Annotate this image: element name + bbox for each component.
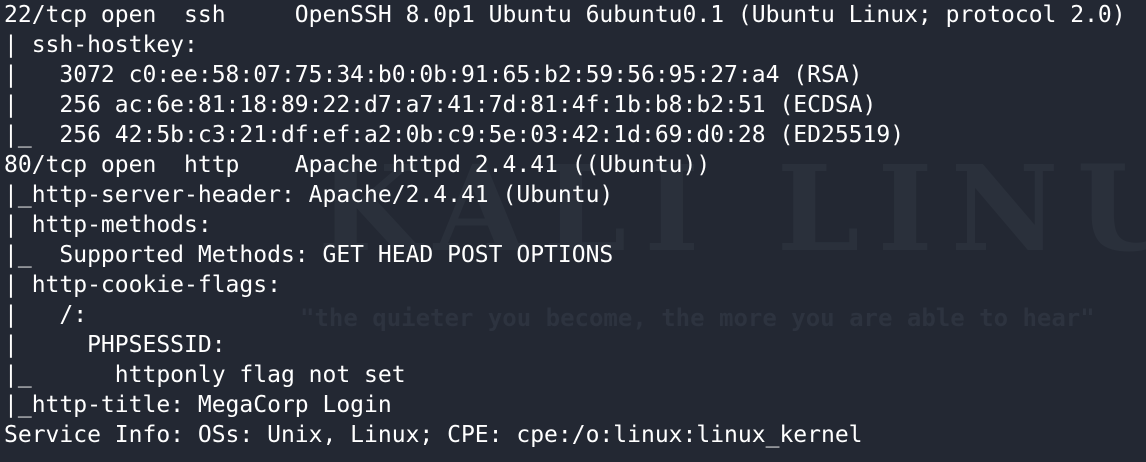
output-line-cookie-path: | /: [4, 302, 101, 328]
output-line-http-port: 80/tcp open http Apache httpd 2.4.41 ((U… [4, 152, 711, 178]
output-line-http-title: |_http-title: MegaCorp Login [4, 392, 392, 418]
output-line-ssh-hostkey: | ssh-hostkey: [4, 32, 212, 58]
output-line-service-info: Service Info: OSs: Unix, Linux; CPE: cpe… [4, 422, 863, 448]
output-line-ssh-port: 22/tcp open ssh OpenSSH 8.0p1 Ubuntu 6ub… [4, 2, 1126, 28]
output-line-supported-methods: |_ Supported Methods: GET HEAD POST OPTI… [4, 242, 614, 268]
output-line-http-server-header: |_http-server-header: Apache/2.4.41 (Ubu… [4, 182, 614, 208]
output-line-ed25519-key: |_ 256 42:5b:c3:21:df:ef:a2:0b:c9:5e:03:… [4, 122, 905, 148]
output-line-httponly: |_ httponly flag not set [4, 362, 406, 388]
output-line-rsa-key: | 3072 c0:ee:58:07:75:34:b0:0b:91:65:b2:… [4, 62, 863, 88]
output-line-phpsessid: | PHPSESSID: [4, 332, 240, 358]
terminal-output: 22/tcp open ssh OpenSSH 8.0p1 Ubuntu 6ub… [4, 0, 1126, 450]
output-line-http-cookie-flags: | http-cookie-flags: [4, 272, 295, 298]
output-line-http-methods: | http-methods: [4, 212, 226, 238]
output-line-ecdsa-key: | 256 ac:6e:81:18:89:22:d7:a7:41:7d:81:4… [4, 92, 877, 118]
terminal-window[interactable]: KALI LINUX "the quieter you become, the … [0, 0, 1146, 462]
